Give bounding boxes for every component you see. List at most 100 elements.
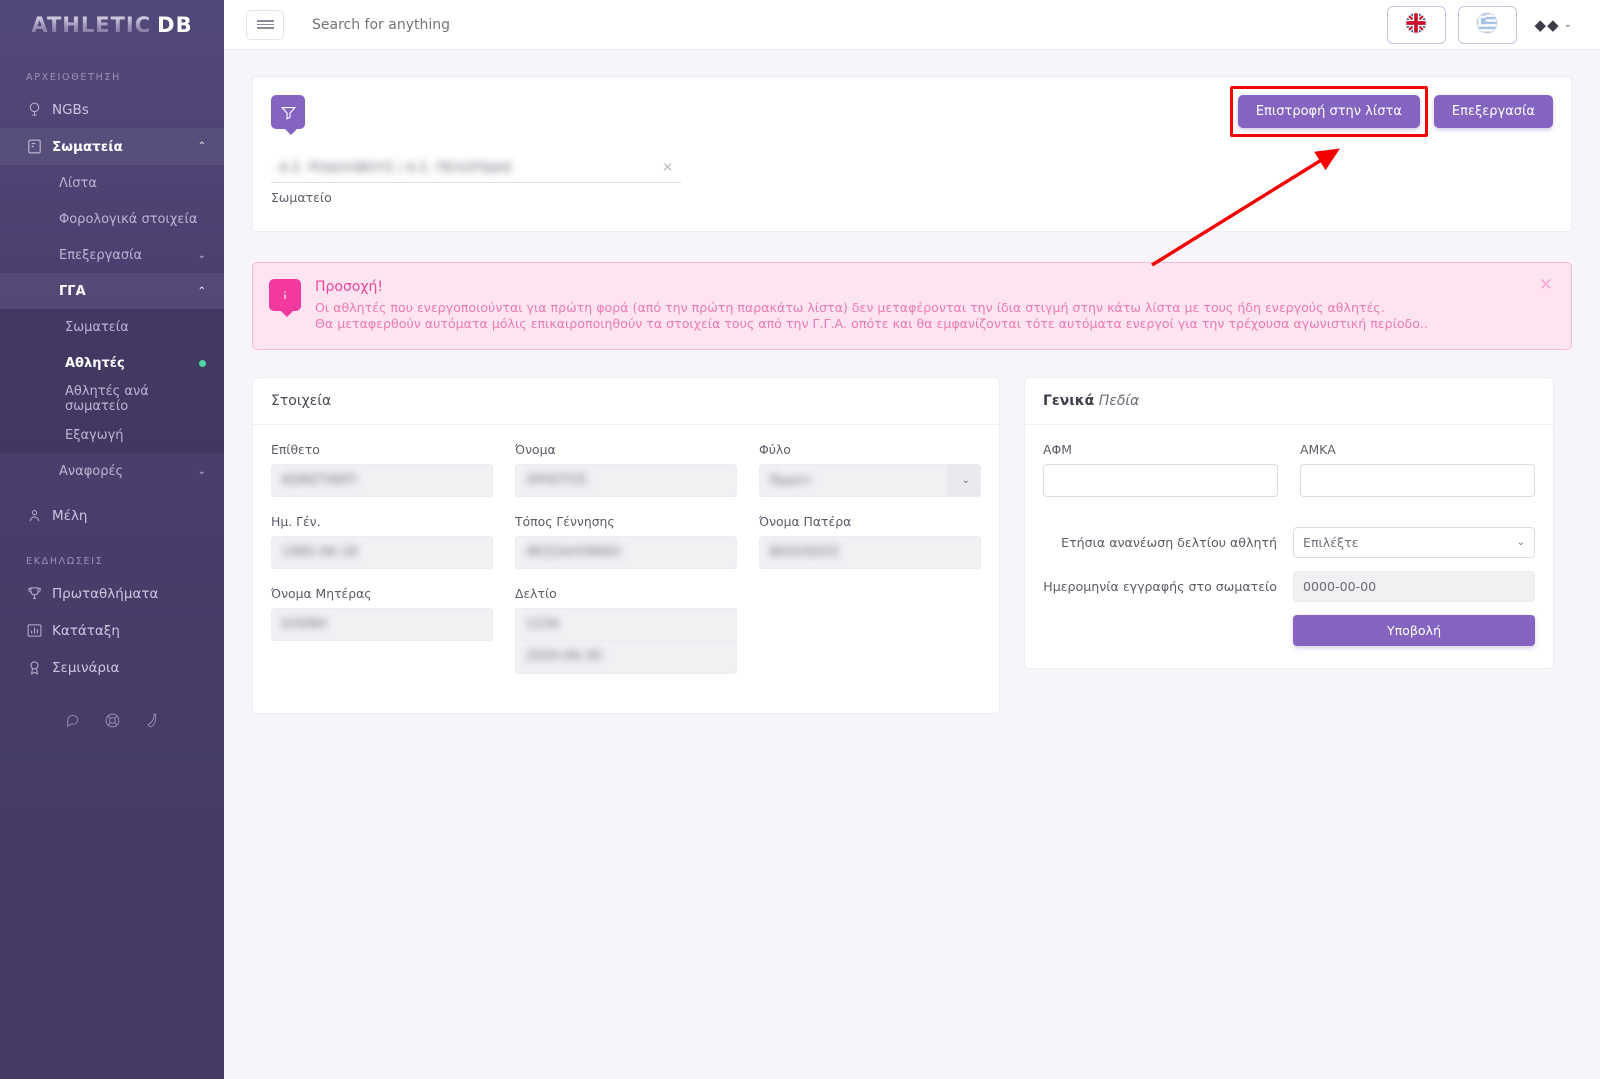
field-label: Όνομα Μητέρας xyxy=(271,585,372,601)
gr-flag-icon xyxy=(1476,11,1498,38)
alert-line-2: Θα μεταφερθούν αυτόματα μόλις επικαιροπο… xyxy=(315,316,1428,332)
info-icon xyxy=(269,279,301,317)
chevron-up-icon: ⌃ xyxy=(197,141,206,152)
close-icon[interactable]: ✕ xyxy=(1539,277,1553,294)
renewal-select[interactable]: Επιλέξτε ⌄ xyxy=(1293,526,1535,558)
sidebar: ATHLETIC DB ΑΡΧΕΙΟΘΕΤΗΣΗ NGBs Σωματεία ⌃… xyxy=(0,0,224,1079)
club-select[interactable]: Α.Σ. ΡΟΔΟΛΙΒΟΥΣ / Α.Σ. ΠΕΛΟΠΙΔΑΣ × Σωματ… xyxy=(271,155,681,205)
chevron-down-icon: ⌄ xyxy=(1516,536,1525,548)
imgen-input[interactable]: 1985-06-18 xyxy=(271,535,493,569)
back-to-list-button[interactable]: Επιστροφή στην λίστα xyxy=(1237,95,1420,128)
onoma-input[interactable]: ΧΡΗΣΤΟΣ xyxy=(515,463,737,497)
general-card-title-italic: Πεδία xyxy=(1098,392,1140,409)
field-value: ΒΑΣΙΛΕΙΟΣ xyxy=(770,544,840,560)
sidebar-item-seminaria[interactable]: Σεμινάρια xyxy=(0,649,224,686)
sidebar-item-label: Λίστα xyxy=(59,175,97,191)
sidebar-item-lista[interactable]: Λίστα xyxy=(0,165,224,201)
renewal-select-value: Επιλέξτε xyxy=(1303,534,1359,550)
back-to-list-highlight: Επιστροφή στην λίστα xyxy=(1229,86,1429,137)
forms-row: Στοιχεία Επίθετο ΚΩΝΣΤΑΝΤΙ Όνομα ΧΡΗΣΤΟΣ xyxy=(252,376,1572,714)
glove-icon xyxy=(26,138,52,155)
deltio-number-input[interactable]: 1234 xyxy=(515,607,737,641)
field-value: 2020-06-30 xyxy=(526,649,602,665)
sidebar-item-anafores[interactable]: Αναφορές ⌄ xyxy=(0,453,224,489)
sidebar-item-label: Φορολογικά στοιχεία xyxy=(59,211,198,227)
deltio-date-input[interactable]: 2020-06-30 xyxy=(515,640,737,674)
chat-icon[interactable] xyxy=(65,712,82,733)
field-value: ΕΛΕΝΗ xyxy=(282,616,327,632)
amka-input[interactable] xyxy=(1300,463,1535,497)
general-row-submit: Υποβολή xyxy=(1043,614,1535,646)
field-onoma-patera: Όνομα Πατέρα ΒΑΣΙΛΕΙΟΣ xyxy=(759,514,981,569)
clear-icon[interactable]: × xyxy=(662,160,673,175)
alert-title: Προσοχή! xyxy=(315,279,383,295)
submit-button[interactable]: Υποβολή xyxy=(1293,614,1535,646)
field-imgen: Ημ. Γέν. 1985-06-18 xyxy=(271,514,493,569)
main-content: Α.Σ. ΡΟΔΟΛΙΒΟΥΣ / Α.Σ. ΠΕΛΟΠΙΔΑΣ × Σωματ… xyxy=(224,50,1600,1079)
filter-card-actions: Επιστροφή στην λίστα Επεξεργασία xyxy=(1229,86,1553,137)
onoma-patera-input[interactable]: ΒΑΣΙΛΕΙΟΣ xyxy=(759,535,981,569)
sidebar-item-epexergasia[interactable]: Επεξεργασία ⌄ xyxy=(0,237,224,273)
club-select-control[interactable]: Α.Σ. ΡΟΔΟΛΙΒΟΥΣ / Α.Σ. ΠΕΛΟΠΙΔΑΣ xyxy=(271,155,681,183)
regdate-label: Ημερομηνία εγγραφής στο σωματείο xyxy=(1043,578,1277,594)
field-deltio: Δελτίο 1234 2020-06-30 xyxy=(515,586,737,674)
sidebar-item-meli[interactable]: Μέλη xyxy=(0,497,224,534)
sidebar-item-gga-somateia[interactable]: Σωματεία xyxy=(0,309,224,345)
lifebuoy-icon[interactable] xyxy=(104,712,121,733)
sidebar-item-gga[interactable]: ΓΓΑ ⌃ xyxy=(0,273,224,309)
fylo-select[interactable]: Άρρεν ⌄ xyxy=(759,463,981,497)
field-value: ΘΕΣΣΑΛΟΝΙΚΗ xyxy=(526,544,621,560)
alert-line-1: Οι αθλητές που ενεργοποιούνται για πρώτη… xyxy=(315,300,1385,315)
field-label: Δελτίο xyxy=(515,585,557,601)
sidebar-item-somateia[interactable]: Σωματεία ⌃ xyxy=(0,128,224,165)
club-select-value: Α.Σ. ΡΟΔΟΛΙΒΟΥΣ / Α.Σ. ΠΕΛΟΠΙΔΑΣ xyxy=(279,161,513,176)
sidebar-item-label: Πρωταθλήματα xyxy=(52,585,159,602)
menu-toggle-button[interactable] xyxy=(246,9,284,40)
general-fields-card: Γενικά Πεδία ΑΦΜ ΑΜΚΑ Ετήσια ανανέωση δε… xyxy=(1024,376,1554,669)
search-input[interactable] xyxy=(310,15,730,34)
details-card-title: Στοιχεία xyxy=(253,378,999,425)
afm-input[interactable] xyxy=(1043,463,1278,497)
sidebar-item-katataxi[interactable]: Κατάταξη xyxy=(0,612,224,649)
logo-text-primary: ATHLETIC xyxy=(31,13,152,37)
app-logo[interactable]: ATHLETIC DB xyxy=(0,0,224,50)
sidebar-item-ngbs[interactable]: NGBs xyxy=(0,91,224,128)
field-value: ΚΩΝΣΤΑΝΤΙ xyxy=(282,472,357,488)
field-spacer xyxy=(759,586,981,674)
sidebar-item-label: Αναφορές xyxy=(59,463,124,479)
chevron-down-icon: ⌄ xyxy=(1563,19,1572,30)
sidebar-item-forologika[interactable]: Φορολογικά στοιχεία xyxy=(0,201,224,237)
field-topos-gennisis: Τόπος Γέννησης ΘΕΣΣΑΛΟΝΙΚΗ xyxy=(515,514,737,569)
details-row-2: Ημ. Γέν. 1985-06-18 Τόπος Γέννησης ΘΕΣΣΑ… xyxy=(271,514,981,586)
general-card-title-bold: Γενικά xyxy=(1043,392,1095,409)
globe-icon xyxy=(26,101,52,118)
general-card-body: ΑΦΜ ΑΜΚΑ Ετήσια ανανέωση δελτίου αθλητή … xyxy=(1025,425,1553,668)
general-card-title: Γενικά Πεδία xyxy=(1025,378,1553,425)
topos-gennisis-input[interactable]: ΘΕΣΣΑΛΟΝΙΚΗ xyxy=(515,535,737,569)
general-row-1: ΑΦΜ ΑΜΚΑ xyxy=(1043,442,1535,514)
general-row-regdate: Ημερομηνία εγγραφής στο σωματείο 0000-00… xyxy=(1043,570,1535,602)
sidebar-item-gga-athlites[interactable]: Αθλητές xyxy=(0,345,224,381)
details-card-body: Επίθετο ΚΩΝΣΤΑΝΤΙ Όνομα ΧΡΗΣΤΟΣ Φύλο Άρρ… xyxy=(253,425,999,713)
user-menu-button[interactable]: ◆◆ ⌄ xyxy=(1529,16,1578,34)
field-amka: ΑΜΚΑ xyxy=(1300,442,1535,497)
sidebar-item-gga-athlites-ana-somateio[interactable]: Αθλητές ανά σωματείο xyxy=(0,381,224,417)
sidebar-item-label: ΓΓΑ xyxy=(59,283,86,299)
phone-icon[interactable] xyxy=(143,712,160,733)
topbar-right-controls: ◆◆ ⌄ xyxy=(1386,5,1578,44)
language-button-en[interactable] xyxy=(1386,5,1446,44)
chevron-down-icon: ⌄ xyxy=(961,474,970,486)
sidebar-item-gga-exagogi[interactable]: Εξαγωγή xyxy=(0,417,224,453)
renewal-select-wrap: Επιλέξτε ⌄ xyxy=(1293,526,1535,558)
epitheto-input[interactable]: ΚΩΝΣΤΑΝΤΙ xyxy=(271,463,493,497)
language-button-gr[interactable] xyxy=(1457,5,1517,44)
onoma-miteras-input[interactable]: ΕΛΕΝΗ xyxy=(271,607,493,641)
logo-text-secondary: DB xyxy=(157,13,193,37)
field-label: Όνομα xyxy=(515,441,556,457)
edit-button[interactable]: Επεξεργασία xyxy=(1433,95,1553,128)
alert-text: Προσοχή! Οι αθλητές που ενεργοποιούνται … xyxy=(315,279,1428,333)
submit-wrap: Υποβολή xyxy=(1293,614,1535,646)
gb-flag-icon xyxy=(1405,11,1427,38)
filter-icon[interactable] xyxy=(271,95,305,135)
sidebar-item-protathlimata[interactable]: Πρωταθλήματα xyxy=(0,575,224,612)
